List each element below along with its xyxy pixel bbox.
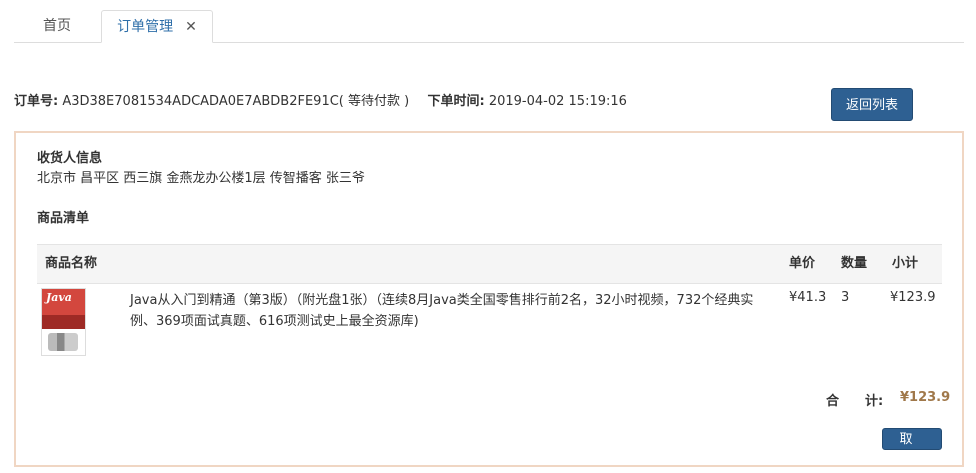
header-subtotal: 小计 [892, 256, 919, 271]
product-image[interactable]: Java [41, 288, 86, 356]
order-detail-panel: 收货人信息 北京市 昌平区 西三旗 金燕龙办公楼1层 传智播客 张三爷 商品清单… [14, 131, 964, 467]
close-icon[interactable]: ✕ [185, 19, 197, 35]
goods-title: 商品清单 [37, 211, 90, 226]
product-name[interactable]: Java从入门到精通（第3版）（附光盘1张）（连续8月Java类全国零售排行前2… [130, 290, 770, 332]
tab-home[interactable]: 首页 [14, 10, 100, 42]
product-image-title: Java [46, 291, 72, 304]
order-number-label: 订单号: [14, 94, 59, 109]
tab-order-management[interactable]: 订单管理 ✕ [101, 10, 213, 43]
header-qty: 数量 [841, 256, 868, 271]
goods-table-header: 商品名称 单价 数量 小计 [37, 244, 942, 284]
cancel-button[interactable]: 取消 [882, 428, 942, 467]
order-time-label: 下单时间: [427, 94, 485, 109]
product-subtotal: ¥123.9 [890, 290, 936, 305]
tab-label: 订单管理 [117, 19, 174, 35]
header-price: 单价 [789, 256, 816, 271]
total-label: 合 计: [826, 394, 884, 409]
product-price: ¥41.3 [789, 290, 827, 305]
product-qty: 3 [841, 290, 850, 305]
back-to-list-button[interactable]: 返回列表 [831, 88, 913, 121]
receiver-title: 收货人信息 [37, 151, 103, 166]
order-summary: 订单号: A3D38E7081534ADCADA0E7ABDB2FE91C( 等… [14, 90, 627, 109]
header-name: 商品名称 [45, 256, 98, 271]
total-value: ¥123.9 [900, 390, 951, 405]
order-number: A3D38E7081534ADCADA0E7ABDB2FE91C( 等待付款 ) [62, 94, 410, 109]
order-time: 2019-04-02 15:19:16 [488, 94, 627, 109]
tab-bar: 首页 订单管理 ✕ [14, 10, 964, 43]
receiver-address: 北京市 昌平区 西三旗 金燕龙办公楼1层 传智播客 张三爷 [37, 171, 365, 186]
